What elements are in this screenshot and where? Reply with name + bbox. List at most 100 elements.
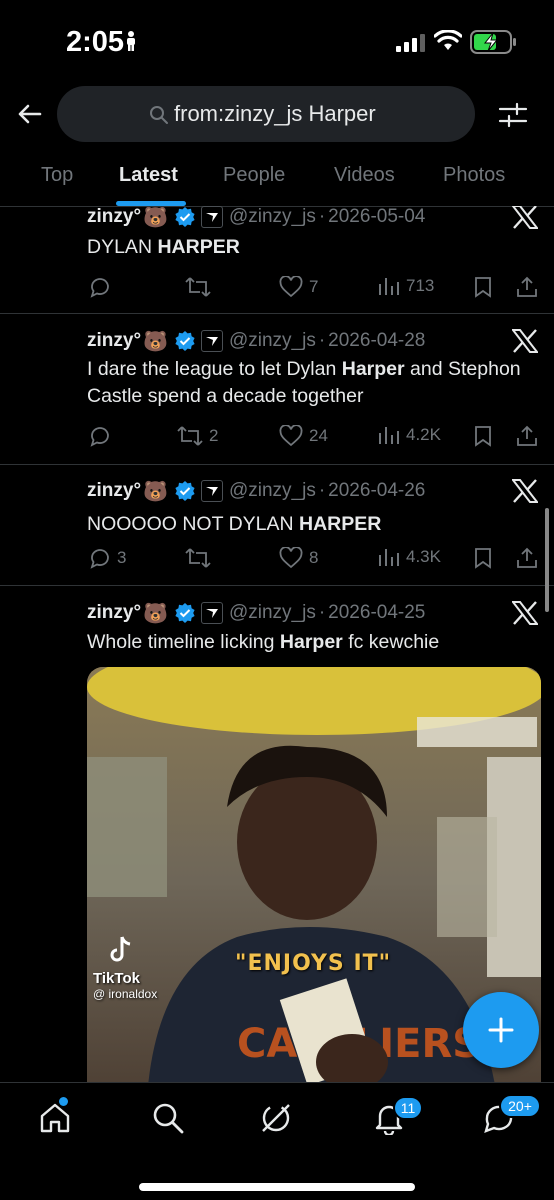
view-count: 4.3K — [406, 547, 441, 566]
repost-button[interactable]: 2 — [177, 425, 218, 447]
status-bar: 2:05 — [0, 0, 554, 80]
tweet-text-highlight: Harper — [341, 358, 405, 380]
like-button[interactable]: 8 — [279, 547, 318, 569]
bookmark-icon — [475, 548, 491, 569]
repost-button[interactable] — [185, 547, 217, 569]
author-emoji: 🐻 — [143, 330, 168, 353]
bookmark-button[interactable] — [473, 276, 493, 298]
tweet-text-part: I dare the league to let Dylan — [87, 358, 342, 380]
search-tabs: Top Latest People Videos Photos — [0, 150, 554, 206]
verified-badge-icon — [174, 602, 196, 624]
tab-top[interactable]: Top — [41, 164, 73, 187]
search-filter-icon[interactable] — [498, 100, 528, 130]
tweet-date: 2026-05-04 — [328, 206, 426, 227]
tiktok-label: TikTok — [93, 970, 140, 987]
bookmark-button[interactable] — [473, 425, 493, 447]
like-count: 24 — [309, 426, 328, 445]
repost-button[interactable] — [185, 276, 217, 298]
tweet[interactable]: zinzy° 🐻 @zinzy_js · 2026-04-26 NOOOOO N… — [0, 465, 554, 586]
views-button[interactable]: 4.2K — [378, 425, 441, 445]
nav-home[interactable] — [38, 1097, 72, 1140]
author-name[interactable]: zinzy° — [87, 206, 141, 228]
search-query: from:zinzy_js Harper — [174, 101, 376, 126]
tweet-header: zinzy° 🐻 @zinzy_js · 2026-04-28 — [87, 327, 425, 355]
tweet-date: 2026-04-26 — [328, 480, 426, 501]
nav-search[interactable] — [151, 1101, 185, 1140]
author-handle[interactable]: @zinzy_js — [229, 206, 316, 228]
tweet-header: zinzy° 🐻 @zinzy_js · 2026-05-04 — [87, 206, 425, 231]
affiliation-badge-icon — [200, 480, 223, 502]
home-icon — [40, 1103, 70, 1133]
views-chart-icon — [379, 278, 399, 295]
separator-dot: · — [318, 330, 326, 351]
separator-dot: · — [318, 480, 326, 501]
back-arrow-icon[interactable] — [14, 98, 46, 130]
compose-tweet-button[interactable] — [463, 992, 539, 1068]
share-button[interactable] — [516, 425, 538, 447]
like-button[interactable]: 7 — [279, 276, 318, 298]
heart-icon — [279, 425, 303, 447]
bookmark-icon — [475, 426, 491, 447]
heart-icon — [279, 276, 303, 298]
reply-button[interactable] — [89, 425, 117, 447]
separator-dot: · — [318, 206, 326, 227]
tab-photos[interactable]: Photos — [443, 164, 505, 187]
tweet-text-highlight: Harper — [279, 631, 343, 653]
author-name[interactable]: zinzy° — [87, 330, 141, 352]
author-name[interactable]: zinzy° — [87, 602, 141, 624]
x-logo-icon — [512, 479, 538, 503]
tab-videos[interactable]: Videos — [334, 164, 395, 187]
tab-latest[interactable]: Latest — [119, 164, 178, 187]
nav-grok[interactable] — [259, 1101, 293, 1140]
notifications-badge: 11 — [393, 1096, 423, 1120]
share-button[interactable] — [516, 547, 538, 569]
reply-icon — [90, 549, 109, 569]
feed-scrollbar[interactable] — [545, 508, 549, 612]
tweet-date: 2026-04-28 — [328, 330, 426, 351]
tab-people[interactable]: People — [223, 164, 285, 187]
author-handle[interactable]: @zinzy_js — [229, 602, 316, 624]
views-button[interactable]: 713 — [378, 276, 434, 296]
like-count: 7 — [309, 277, 319, 296]
search-input[interactable]: from:zinzy_js Harper — [57, 86, 475, 142]
author-handle[interactable]: @zinzy_js — [229, 330, 316, 352]
tiktok-logo-icon — [110, 936, 131, 962]
like-button[interactable]: 24 — [279, 425, 328, 447]
grok-icon — [262, 1104, 290, 1132]
tweet[interactable]: zinzy° 🐻 @zinzy_js · 2026-04-28 I dare t… — [0, 314, 554, 465]
views-chart-icon — [379, 549, 399, 566]
affiliation-badge-icon — [200, 602, 223, 624]
repost-icon — [177, 426, 203, 446]
share-icon — [517, 547, 537, 568]
x-logo-icon — [512, 329, 538, 353]
views-button[interactable]: 4.3K — [378, 547, 441, 567]
author-handle[interactable]: @zinzy_js — [229, 480, 316, 502]
tweet-text-part: NOOOOO NOT DYLAN — [87, 513, 300, 535]
search-results-feed[interactable]: zinzy° 🐻 @zinzy_js · 2026-05-04 DYLAN HA… — [0, 206, 554, 1082]
reply-icon — [90, 278, 109, 298]
home-unread-dot — [59, 1097, 68, 1106]
status-time: 2:05 — [66, 26, 125, 58]
view-count: 713 — [406, 276, 435, 295]
reply-icon — [90, 427, 109, 447]
share-button[interactable] — [516, 276, 538, 298]
bookmark-button[interactable] — [473, 547, 493, 569]
author-name[interactable]: zinzy° — [87, 480, 141, 502]
search-icon — [153, 1103, 184, 1134]
separator-dot: · — [318, 602, 326, 623]
bookmark-icon — [475, 277, 491, 298]
heart-icon — [279, 547, 303, 569]
affiliation-badge-icon — [200, 206, 223, 228]
tweet-header: zinzy° 🐻 @zinzy_js · 2026-04-26 — [87, 477, 425, 505]
verified-badge-icon — [174, 480, 196, 502]
tweet-text-part: Whole timeline licking — [87, 631, 280, 653]
messages-badge: 20+ — [499, 1094, 541, 1118]
battery-charging-icon — [470, 30, 516, 54]
reply-button[interactable]: 3 — [89, 547, 126, 569]
repost-icon — [185, 277, 211, 297]
tweet-text-part: DYLAN — [87, 236, 158, 258]
tweet[interactable]: zinzy° 🐻 @zinzy_js · 2026-05-04 DYLAN HA… — [0, 206, 554, 314]
plus-icon — [488, 1017, 514, 1043]
reply-button[interactable] — [89, 276, 117, 298]
verified-badge-icon — [174, 330, 196, 352]
